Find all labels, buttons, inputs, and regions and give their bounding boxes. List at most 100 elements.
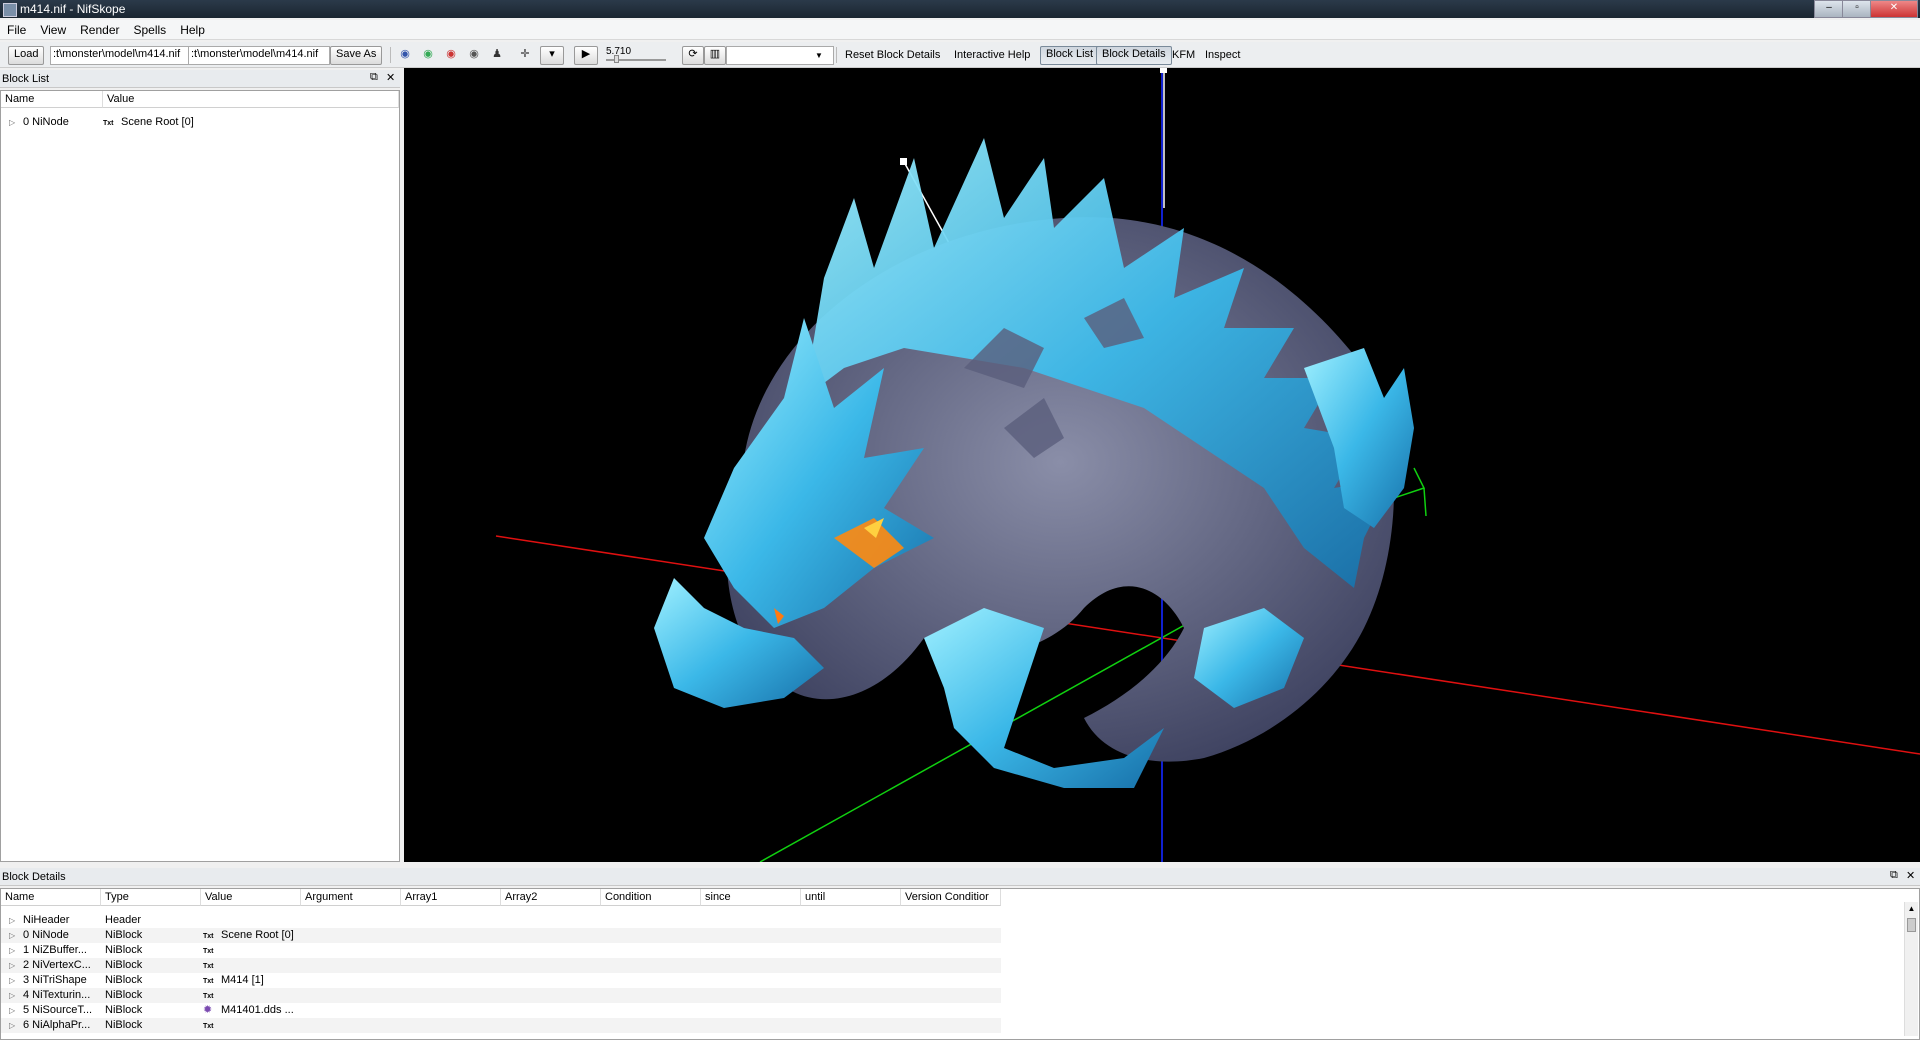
chevron-down-icon[interactable]: ▼ [812, 50, 826, 62]
eye-blue-icon[interactable]: ◉ [398, 48, 412, 60]
3d-viewport[interactable] [404, 68, 1920, 862]
save-path-field[interactable]: :t\monster\model\m414.nif [188, 46, 330, 65]
table-row[interactable]: ▷ 4 NiTexturin... NiBlock Txt [1, 988, 1001, 1003]
figure-icon[interactable]: ♟ [490, 48, 504, 60]
row-type: NiBlock [105, 959, 143, 971]
scroll-thumb[interactable] [1907, 918, 1916, 932]
block-details-header: Block Details ⧉ ✕ [0, 868, 1920, 886]
menu-help[interactable]: Help [173, 20, 212, 40]
row-name: 2 NiVertexC... [23, 959, 91, 971]
row-type: NiBlock [105, 1019, 143, 1031]
table-row[interactable]: ▷ 0 NiNode NiBlock Txt Scene Root [0] [1, 928, 1001, 943]
float-icon[interactable]: ⧉ [370, 71, 378, 84]
row-name: 0 NiNode [23, 929, 69, 941]
column-header-name[interactable]: Name [1, 889, 101, 906]
details-scrollbar[interactable]: ▲ [1904, 902, 1918, 1036]
ice-creature-model [654, 138, 1414, 788]
table-row[interactable]: ▷ 1 NiZBuffer... NiBlock Txt [1, 943, 1001, 958]
float-icon[interactable]: ⧉ [1890, 869, 1898, 882]
row-name: 0 NiNode [23, 116, 69, 128]
txt-icon: Txt [203, 993, 214, 1000]
toolbar-separator [390, 47, 391, 63]
block-details-title: Block Details [2, 871, 66, 883]
block-list-toggle[interactable]: Block List [1040, 46, 1100, 65]
tree-row[interactable]: ▷ 0 NiNode Txt Scene Root [0] [1, 115, 399, 130]
time-slider-handle[interactable] [614, 55, 619, 63]
play-icon[interactable]: ▶ [574, 46, 598, 65]
eye-gray-icon[interactable]: ◉ [467, 48, 481, 60]
bone-handle[interactable] [1160, 68, 1167, 73]
row-name: 4 NiTexturin... [23, 989, 91, 1001]
close-icon[interactable]: ✕ [1906, 869, 1915, 882]
reset-block-details-button[interactable]: Reset Block Details [845, 49, 940, 61]
close-icon[interactable]: ✕ [386, 71, 395, 84]
column-header-name[interactable]: Name [1, 91, 103, 108]
menu-file[interactable]: File [0, 20, 33, 40]
inspect-button[interactable]: Inspect [1205, 49, 1240, 61]
block-details-table[interactable]: Name Type Value Argument Array1 Array2 C… [0, 888, 1920, 1040]
close-button[interactable]: ✕ [1870, 0, 1918, 18]
table-row[interactable]: ▷ 5 NiSourceT... NiBlock ✹ M41401.dds ..… [1, 1003, 1001, 1018]
view-dropdown-icon[interactable]: ▾ [540, 46, 564, 65]
column-header-array1[interactable]: Array1 [401, 889, 501, 906]
column-header-since[interactable]: since [701, 889, 801, 906]
load-button[interactable]: Load [8, 46, 45, 65]
row-type: NiBlock [105, 989, 143, 1001]
save-as-button[interactable]: Save As [330, 46, 383, 65]
load-path-field[interactable]: :t\monster\model\m414.nif [50, 46, 192, 65]
expand-arrow-icon[interactable]: ▷ [9, 973, 15, 988]
switch-icon[interactable]: ▥ [704, 46, 726, 65]
row-name: 6 NiAlphaPr... [23, 1019, 91, 1031]
loop-icon[interactable]: ⟳ [682, 46, 704, 65]
column-header-argument[interactable]: Argument [301, 889, 401, 906]
menu-render[interactable]: Render [73, 20, 126, 40]
table-row[interactable]: ▷ 3 NiTriShape NiBlock Txt M414 [1] [1, 973, 1001, 988]
table-row[interactable]: ▷ 2 NiVertexC... NiBlock Txt [1, 958, 1001, 973]
column-header-until[interactable]: until [801, 889, 901, 906]
txt-icon: Txt [203, 963, 214, 970]
menu-view[interactable]: View [33, 20, 73, 40]
expand-arrow-icon[interactable]: ▷ [9, 913, 15, 928]
column-header-type[interactable]: Type [101, 889, 201, 906]
txt-icon: Txt [103, 120, 114, 127]
block-list-tree[interactable]: Name Value ▷ 0 NiNode Txt Scene Root [0] [0, 90, 400, 862]
row-type: Header [105, 914, 142, 926]
bone-handle[interactable] [900, 158, 907, 165]
block-list-title: Block List [2, 73, 50, 85]
axes-icon[interactable]: ✛ [518, 48, 532, 60]
row-value: M41401.dds ... [221, 1004, 294, 1016]
kfm-button[interactable]: KFM [1172, 49, 1195, 61]
toolbar: Load :t\monster\model\m414.nif :t\monste… [0, 42, 1920, 68]
expand-arrow-icon[interactable]: ▷ [9, 115, 15, 130]
txt-icon: Txt [203, 948, 214, 955]
row-type: NiBlock [105, 1004, 143, 1016]
eye-green-icon[interactable]: ◉ [421, 48, 435, 60]
row-name: 1 NiZBuffer... [23, 944, 87, 956]
block-details-toggle[interactable]: Block Details [1096, 46, 1172, 65]
expand-arrow-icon[interactable]: ▷ [9, 1018, 15, 1033]
minimize-button[interactable]: – [1814, 0, 1844, 18]
expand-arrow-icon[interactable]: ▷ [9, 958, 15, 973]
expand-arrow-icon[interactable]: ▷ [9, 1003, 15, 1018]
menu-spells[interactable]: Spells [127, 20, 174, 40]
window-title: m414.nif - NifSkope [20, 2, 126, 16]
scroll-up-icon[interactable]: ▲ [1907, 904, 1916, 914]
expand-arrow-icon[interactable]: ▷ [9, 943, 15, 958]
txt-icon: Txt [203, 933, 214, 940]
eye-red-icon[interactable]: ◉ [444, 48, 458, 60]
expand-arrow-icon[interactable]: ▷ [9, 928, 15, 943]
column-header-value[interactable]: Value [103, 91, 399, 108]
txt-icon: Txt [203, 978, 214, 985]
column-header-condition[interactable]: Condition [601, 889, 701, 906]
table-row[interactable]: ▷ 6 NiAlphaPr... NiBlock Txt [1, 1018, 1001, 1033]
maximize-button[interactable]: ▫ [1842, 0, 1872, 18]
render-scene [495, 68, 1920, 862]
interactive-help-button[interactable]: Interactive Help [954, 49, 1030, 61]
column-header-array2[interactable]: Array2 [501, 889, 601, 906]
column-header-version-condition[interactable]: Version Conditior [901, 889, 1001, 906]
txt-icon: Txt [203, 1023, 214, 1030]
column-header-value[interactable]: Value [201, 889, 301, 906]
table-row[interactable]: ▷ NiHeader Header [1, 913, 1001, 928]
expand-arrow-icon[interactable]: ▷ [9, 988, 15, 1003]
row-value: Scene Root [0] [121, 116, 194, 128]
